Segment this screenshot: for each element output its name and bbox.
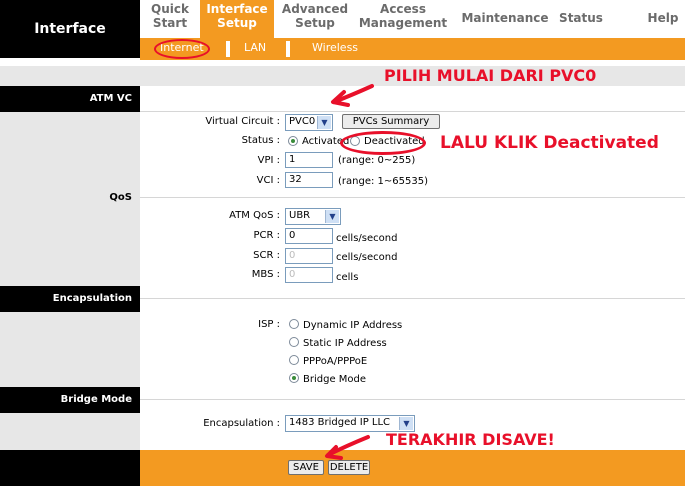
- annotation-arrows: [325, 84, 374, 460]
- arrow-icon: [326, 435, 370, 457]
